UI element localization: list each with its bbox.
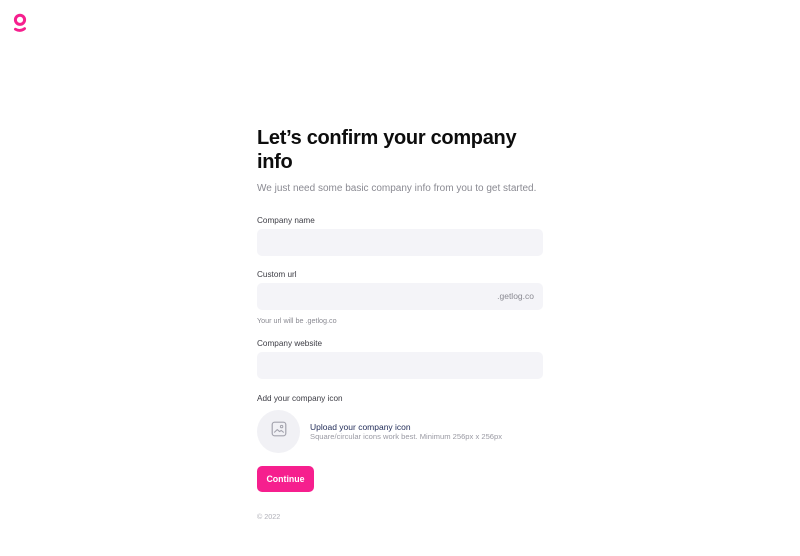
upload-title[interactable]: Upload your company icon bbox=[310, 422, 502, 432]
getlog-logo-icon[interactable] bbox=[13, 13, 27, 32]
continue-button[interactable]: Continue bbox=[257, 466, 314, 492]
custom-url-suffix: .getlog.co bbox=[497, 291, 534, 301]
upload-icon-button[interactable] bbox=[257, 410, 300, 453]
company-name-input[interactable] bbox=[257, 229, 543, 256]
upload-text: Upload your company icon Square/circular… bbox=[310, 422, 502, 441]
page-subtitle: We just need some basic company info fro… bbox=[257, 183, 537, 194]
company-name-label: Company name bbox=[257, 216, 315, 225]
custom-url-hint: Your url will be .getlog.co bbox=[257, 316, 337, 325]
copyright-text: © 2022 bbox=[257, 512, 281, 521]
company-website-label: Company website bbox=[257, 339, 323, 348]
custom-url-input[interactable]: .getlog.co bbox=[257, 283, 543, 310]
company-icon-label: Add your company icon bbox=[257, 394, 343, 403]
company-icon-uploader: Upload your company icon Square/circular… bbox=[257, 410, 543, 453]
company-website-input[interactable] bbox=[257, 352, 543, 379]
company-info-form: Let’s confirm your company info We just … bbox=[257, 126, 543, 521]
custom-url-label: Custom url bbox=[257, 270, 297, 279]
image-placeholder-icon bbox=[271, 421, 287, 442]
page-title: Let’s confirm your company info bbox=[257, 127, 517, 173]
upload-subtitle: Square/circular icons work best. Minimum… bbox=[310, 432, 503, 441]
